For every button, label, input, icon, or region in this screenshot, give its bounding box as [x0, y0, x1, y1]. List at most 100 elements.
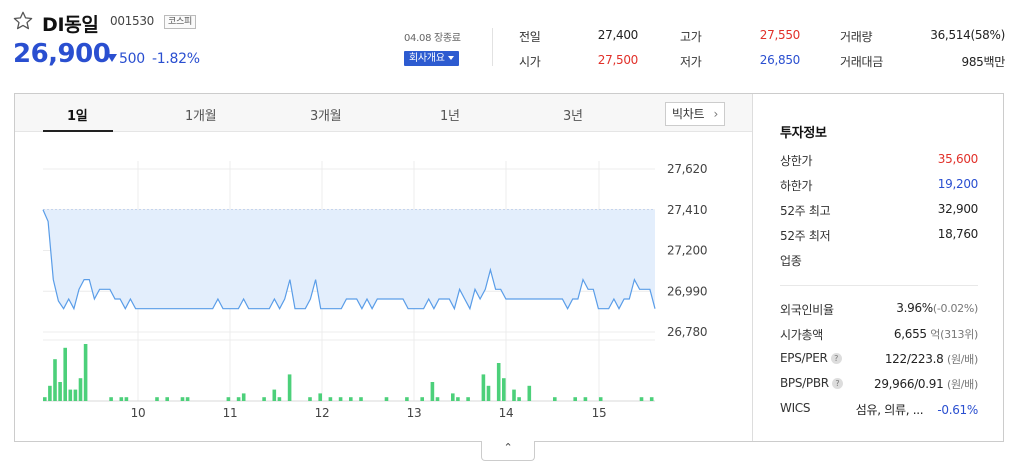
foreign-ratio-value: 3.96%(-0.02%)	[896, 301, 978, 315]
price-change-rate: -1.82%	[152, 51, 200, 67]
bigchart-button[interactable]: 빅차트 ›	[665, 102, 725, 126]
wics-sector[interactable]: 섬유, 의류, ...	[856, 403, 924, 417]
price-change: 500	[107, 51, 145, 67]
open-label: 시가	[519, 55, 541, 69]
volume-bar	[359, 397, 363, 401]
volume-bar	[43, 397, 47, 401]
eps-per-label: EPS/PER	[780, 351, 828, 365]
volume-bar	[226, 397, 231, 401]
company-overview-label: 회사개요	[409, 53, 445, 64]
high52-label: 52주 최고	[780, 204, 831, 218]
market-badge: 코스피	[164, 15, 196, 29]
volume-bar	[517, 397, 521, 401]
volume-bar	[119, 397, 124, 401]
x-tick-label: 12	[315, 406, 330, 420]
price-area	[43, 209, 655, 309]
x-tick-label: 14	[499, 406, 514, 420]
bigchart-label: 빅차트	[672, 107, 705, 121]
volume-bar	[420, 397, 424, 401]
tab-1year[interactable]: 1년	[440, 105, 460, 124]
upper-limit-label: 상한가	[780, 154, 813, 168]
stock-code: 001530	[110, 14, 155, 28]
volume-bar	[318, 393, 322, 401]
high52-value: 32,900	[937, 202, 979, 216]
y-tick-label: 27,200	[667, 244, 707, 258]
foreign-ratio-label: 외국인비율	[780, 303, 834, 317]
volume-bar	[349, 397, 353, 401]
volume-bar	[109, 397, 113, 401]
x-tick-label: 13	[407, 406, 422, 420]
star-icon[interactable]	[12, 10, 34, 32]
chevron-up-icon: ⌃	[503, 441, 513, 454]
foreign-ratio-change: (-0.02%)	[932, 302, 978, 315]
volume-bar	[155, 397, 159, 401]
help-icon[interactable]: ?	[831, 378, 843, 389]
volume-bar	[527, 385, 532, 401]
company-overview-button[interactable]: 회사개요	[404, 51, 459, 66]
chevron-right-icon: ›	[713, 107, 719, 121]
low52-value: 18,760	[937, 227, 979, 241]
volume-bar	[466, 397, 470, 401]
volume-bar	[78, 378, 83, 401]
x-tick-label: 11	[223, 406, 238, 420]
volume-bar	[328, 397, 333, 401]
help-icon[interactable]: ?	[830, 353, 842, 364]
volume-label: 거래량	[840, 30, 873, 44]
upper-limit-value: 35,600	[937, 152, 979, 166]
lower-limit-label: 하한가	[780, 179, 813, 193]
low-value: 26,850	[759, 53, 801, 67]
x-tick-label: 15	[592, 406, 607, 420]
eps-per-value: 122/223.8 (원/배)	[885, 351, 978, 367]
volume-bar	[185, 397, 190, 401]
bps-pbr-value: 29,966/0.91 (원/배)	[874, 376, 978, 392]
volume-bar	[338, 397, 343, 401]
prev-close-label: 전일	[519, 30, 541, 44]
info-title: 투자정보	[780, 126, 827, 141]
volume-bar	[649, 397, 654, 401]
volume-bar	[481, 374, 486, 401]
high-label: 고가	[680, 30, 702, 44]
eps-per-unit: (원/배)	[946, 353, 978, 366]
volume-bar	[48, 385, 52, 401]
tab-3month[interactable]: 3개월	[310, 105, 342, 124]
volume-bar	[573, 397, 577, 401]
prev-close-value: 27,400	[597, 28, 639, 42]
volume-value: 36,514(58%)	[930, 28, 1005, 42]
chart-panel: 1일 1개월 3개월 1년 3년 빅차트 › 27,620 27,410 27,200…	[14, 93, 1004, 442]
volume-bar	[456, 397, 460, 401]
volume-bar	[496, 363, 501, 401]
volume-bar	[451, 393, 455, 401]
tab-1day[interactable]: 1일	[67, 105, 88, 124]
volume-bar	[639, 397, 644, 401]
wics-change: -0.61%	[937, 403, 978, 417]
y-tick-label: 26,990	[667, 284, 707, 298]
y-tick-label: 27,620	[667, 162, 707, 176]
volume-bar	[124, 397, 129, 401]
volume-bar	[512, 389, 516, 401]
volume-bar	[287, 374, 292, 401]
y-tick-label: 27,410	[667, 203, 707, 217]
volume-bar	[430, 382, 435, 401]
open-value: 27,500	[597, 53, 639, 67]
volume-bar	[165, 397, 169, 401]
collapse-chart-button[interactable]: ⌃	[481, 441, 535, 461]
volume-bar	[262, 397, 266, 401]
stock-header: DI동일 001530 코스피 26,900 500 -1.82% 04.08 …	[0, 0, 1025, 85]
tab-3year[interactable]: 3년	[563, 105, 583, 124]
price-chart: 27,620 27,410 27,200 26,990 26,780 10 11 12 13 14…	[42, 161, 708, 420]
volume-bar	[435, 397, 440, 401]
low52-label: 52주 최저	[780, 229, 831, 243]
volume-bar	[384, 397, 389, 401]
volume-bar	[277, 397, 282, 401]
x-tick-label: 10	[131, 406, 146, 420]
volume-bar	[53, 359, 57, 401]
volume-bar	[236, 397, 241, 401]
volume-bar	[486, 385, 491, 401]
industry-label: 업종	[780, 254, 802, 268]
volume-bar	[598, 397, 603, 401]
volume-bar	[272, 389, 277, 401]
info-divider	[780, 285, 978, 286]
tab-1month[interactable]: 1개월	[185, 105, 217, 124]
high-value: 27,550	[759, 28, 801, 42]
market-cap-value: 6,655 억(313위)	[894, 326, 978, 342]
